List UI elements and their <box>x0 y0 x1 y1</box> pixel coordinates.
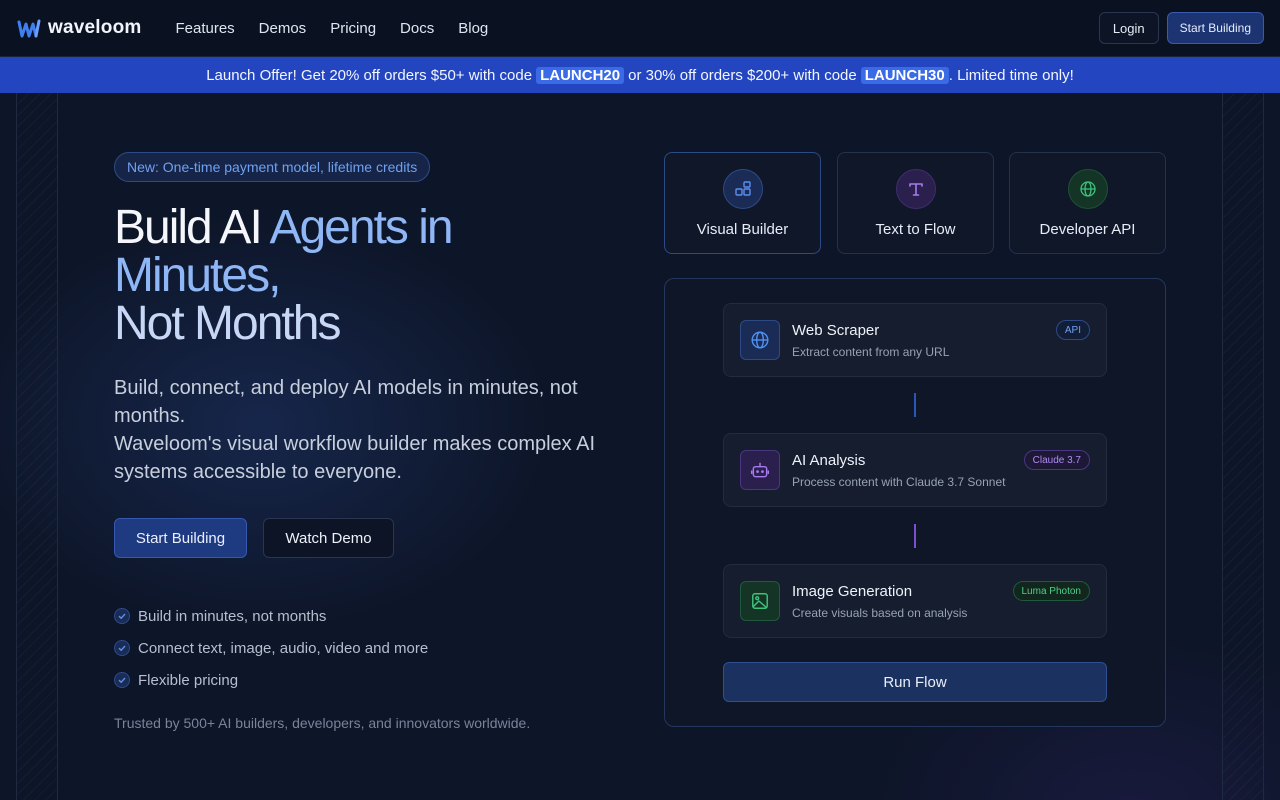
nav-link-blog[interactable]: Blog <box>458 20 488 37</box>
mode-label: Text to Flow <box>875 221 956 238</box>
launch-offer-banner: Launch Offer! Get 20% off orders $50+ wi… <box>0 57 1280 93</box>
top-navbar: waveloom Features Demos Pricing Docs Blo… <box>0 0 1280 57</box>
nav-link-pricing[interactable]: Pricing <box>330 20 376 37</box>
promo-code-launch30: LAUNCH30 <box>860 66 949 84</box>
nav-link-docs[interactable]: Docs <box>400 20 434 37</box>
node-badge: API <box>1055 320 1090 340</box>
banner-text-3: . Limited time only! <box>948 66 1074 84</box>
headline-part-3: Not Months <box>114 297 341 350</box>
flow-connector <box>914 524 916 548</box>
brand-name: waveloom <box>48 17 142 38</box>
node-description: Process content with Claude 3.7 Sonnet <box>792 475 1006 489</box>
nav-link-demos[interactable]: Demos <box>259 20 307 37</box>
run-flow-button[interactable]: Run Flow <box>723 662 1107 702</box>
mode-card-text-to-flow[interactable]: Text to Flow <box>837 152 994 254</box>
feature-item: Build in minutes, not months <box>114 606 428 626</box>
feature-item: Flexible pricing <box>114 670 428 690</box>
mode-label: Developer API <box>1039 221 1136 238</box>
login-button[interactable]: Login <box>1098 12 1159 44</box>
nav-links: Features Demos Pricing Docs Blog <box>175 20 488 37</box>
feature-label: Connect text, image, audio, video and mo… <box>138 639 429 657</box>
hero-subtitle-line-2: Waveloom's visual workflow builder makes… <box>114 433 596 483</box>
node-badge: Claude 3.7 <box>1023 450 1090 470</box>
feature-label: Build in minutes, not months <box>138 607 327 625</box>
node-title: Image Generation <box>792 583 913 600</box>
promo-code-launch20: LAUNCH20 <box>536 66 625 84</box>
mode-label: Visual Builder <box>696 221 789 238</box>
check-icon <box>114 640 130 656</box>
flow-node-image-generation[interactable]: Image Generation Create visuals based on… <box>723 564 1107 638</box>
hero-subtitle: Build, connect, and deploy AI models in … <box>114 374 614 486</box>
headline-part-1: Build AI <box>114 201 270 254</box>
waveloom-logo-icon <box>17 19 41 38</box>
watch-demo-button[interactable]: Watch Demo <box>263 518 394 558</box>
workflow-preview-panel: Web Scraper Extract content from any URL… <box>664 278 1166 727</box>
globe-icon <box>740 320 780 360</box>
node-badge: Luma Photon <box>1012 581 1090 601</box>
node-description: Create visuals based on analysis <box>792 606 968 620</box>
feature-list: Build in minutes, not months Connect tex… <box>114 606 428 702</box>
hero-headline: Build AI Agents in Minutes, Not Months <box>114 204 594 348</box>
start-building-nav-button[interactable]: Start Building <box>1166 12 1264 44</box>
node-description: Extract content from any URL <box>792 345 950 359</box>
flow-node-ai-analysis[interactable]: AI Analysis Process content with Claude … <box>723 433 1107 507</box>
banner-text-2: or 30% off orders $200+ with code <box>628 66 857 84</box>
globe-icon <box>1067 169 1108 209</box>
trusted-by-text: Trusted by 500+ AI builders, developers,… <box>114 715 531 731</box>
check-icon <box>114 672 130 688</box>
feature-label: Flexible pricing <box>138 671 239 689</box>
nav-actions: Login Start Building <box>1098 12 1264 44</box>
image-icon <box>740 581 780 621</box>
robot-icon <box>740 450 780 490</box>
flow-connector <box>914 393 916 417</box>
mode-card-developer-api[interactable]: Developer API <box>1009 152 1166 254</box>
text-icon <box>895 169 936 209</box>
blocks-icon <box>722 169 763 209</box>
announcement-pill[interactable]: New: One-time payment model, lifetime cr… <box>114 152 431 182</box>
brand-logo[interactable]: waveloom <box>16 15 141 41</box>
node-title: AI Analysis <box>792 452 866 469</box>
hero-subtitle-line-1: Build, connect, and deploy AI models in … <box>114 377 578 427</box>
start-building-button[interactable]: Start Building <box>114 518 247 558</box>
nav-link-features[interactable]: Features <box>175 20 234 37</box>
mode-card-visual-builder[interactable]: Visual Builder <box>664 152 821 254</box>
decorative-rail-left <box>16 93 58 800</box>
check-icon <box>114 608 130 624</box>
decorative-rail-right <box>1222 93 1264 800</box>
node-title: Web Scraper <box>792 322 880 339</box>
feature-item: Connect text, image, audio, video and mo… <box>114 638 428 658</box>
banner-text-1: Launch Offer! Get 20% off orders $50+ wi… <box>206 66 533 84</box>
flow-node-web-scraper[interactable]: Web Scraper Extract content from any URL… <box>723 303 1107 377</box>
